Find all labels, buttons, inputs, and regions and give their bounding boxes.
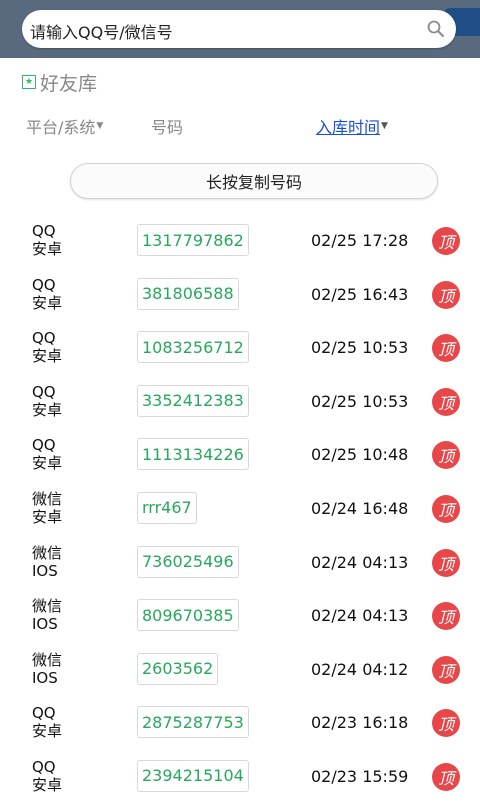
entry-time: 02/23 16:18 (311, 713, 409, 733)
column-header-platform[interactable]: 平台/系统▼ (26, 114, 103, 138)
section-title-text: 好友库 (40, 72, 98, 95)
number-value[interactable]: 2875287753 (137, 706, 249, 739)
list-item: QQ 安卓 1113134226 02/25 10:48 顶 (0, 429, 480, 483)
top-button[interactable]: 顶 (432, 494, 460, 523)
platform-app: QQ (32, 275, 56, 294)
section-title: ★ 好友库 (22, 70, 98, 95)
platform-label: 微信 IOS (32, 597, 62, 633)
platform-app: QQ (32, 704, 56, 723)
platform-label: 微信 IOS (32, 544, 62, 580)
top-button[interactable]: 顶 (432, 548, 460, 577)
platform-label: QQ 安卓 (32, 276, 62, 312)
column-header-time-label: 入库时间 (316, 118, 381, 137)
copy-number-button[interactable]: 长按复制号码 (70, 163, 438, 199)
platform-app: QQ (32, 757, 56, 776)
platform-os: IOS (32, 668, 58, 687)
top-button[interactable]: 顶 (432, 602, 460, 631)
list-item: QQ 安卓 2394215104 02/23 15:59 顶 (0, 751, 480, 805)
top-button[interactable]: 顶 (432, 280, 460, 309)
entry-time: 02/24 04:13 (311, 552, 409, 572)
star-icon: ★ (22, 75, 36, 89)
entry-time: 02/24 04:13 (311, 606, 409, 626)
column-header-platform-label: 平台/系统 (26, 118, 96, 137)
search-input[interactable]: 请输入QQ号/微信号 (22, 10, 456, 48)
platform-os: 安卓 (32, 240, 63, 258)
entry-time: 02/25 16:43 (311, 284, 409, 304)
list-item: QQ 安卓 1083256712 02/25 10:53 顶 (0, 322, 480, 376)
top-button[interactable]: 顶 (432, 227, 460, 255)
number-value[interactable]: 736025496 (137, 545, 239, 578)
top-button[interactable]: 顶 (432, 709, 460, 738)
entry-time: 02/24 16:48 (311, 498, 409, 518)
platform-label: QQ 安卓 (32, 436, 62, 472)
top-button[interactable]: 顶 (432, 334, 460, 363)
chevron-down-icon: ▼ (96, 121, 104, 131)
platform-label: QQ 安卓 (32, 383, 62, 419)
platform-label: 微信 IOS (32, 651, 62, 687)
list-item: 微信 IOS 736025496 02/24 04:13 顶 (0, 537, 480, 591)
number-value[interactable]: 1083256712 (137, 331, 249, 364)
platform-os: 安卓 (32, 347, 63, 366)
platform-os: IOS (32, 615, 58, 634)
platform-label: QQ 安卓 (32, 222, 62, 258)
platform-label: QQ 安卓 (32, 329, 62, 365)
entry-time: 02/24 04:12 (311, 659, 409, 679)
platform-app: 微信 (32, 543, 63, 562)
list-item: 微信 IOS 809670385 02/24 04:13 顶 (0, 590, 480, 644)
top-bar: 请输入QQ号/微信号 (0, 0, 480, 58)
platform-os: 安卓 (32, 400, 63, 419)
entry-time: 02/25 17:28 (311, 231, 409, 250)
platform-app: QQ (32, 329, 56, 348)
platform-os: IOS (32, 561, 58, 580)
platform-label: QQ 安卓 (32, 758, 62, 794)
number-value[interactable]: 809670385 (137, 599, 239, 632)
number-value[interactable]: 1317797862 (137, 224, 249, 256)
entry-time: 02/23 15:59 (311, 766, 409, 786)
platform-label: 微信 安卓 (32, 490, 62, 526)
platform-os: 安卓 (32, 722, 63, 741)
platform-app: 微信 (32, 597, 63, 616)
chevron-down-icon: ▼ (381, 121, 388, 131)
entry-time: 02/25 10:48 (311, 445, 409, 465)
platform-app: 微信 (32, 650, 63, 669)
platform-os: 安卓 (32, 507, 63, 526)
friend-list: QQ 安卓 1317797862 02/25 17:28 顶 QQ 安卓 381806588 0… (0, 215, 480, 805)
column-header-number: 号码 (151, 114, 183, 138)
list-item: QQ 安卓 1317797862 02/25 17:28 顶 (0, 215, 480, 269)
platform-os: 安卓 (32, 454, 63, 473)
platform-app: QQ (32, 222, 56, 240)
column-header-number-label: 号码 (151, 118, 184, 137)
list-item: QQ 安卓 381806588 02/25 16:43 顶 (0, 269, 480, 323)
list-item: 微信 IOS 2603562 02/24 04:12 顶 (0, 644, 480, 698)
top-button[interactable]: 顶 (432, 655, 460, 684)
number-value[interactable]: 1113134226 (137, 438, 249, 471)
column-header-time[interactable]: 入库时间▼ (316, 114, 388, 138)
list-item: QQ 安卓 2875287753 02/23 16:18 顶 (0, 697, 480, 751)
list-item: QQ 安卓 3352412383 02/25 10:53 顶 (0, 376, 480, 430)
number-value[interactable]: rrr467 (137, 491, 197, 524)
number-value[interactable]: 381806588 (137, 277, 239, 310)
number-value[interactable]: 2603562 (137, 652, 219, 685)
search-icon[interactable] (426, 19, 446, 39)
number-value[interactable]: 3352412383 (137, 384, 249, 417)
entry-time: 02/25 10:53 (311, 391, 409, 411)
top-button[interactable]: 顶 (432, 387, 460, 416)
list-item: 微信 安卓 rrr467 02/24 16:48 顶 (0, 483, 480, 537)
platform-os: 安卓 (32, 775, 63, 794)
platform-app: QQ (32, 436, 56, 455)
platform-app: 微信 (32, 489, 63, 508)
top-button[interactable]: 顶 (432, 441, 460, 470)
platform-os: 安卓 (32, 293, 63, 312)
entry-time: 02/25 10:53 (311, 338, 409, 358)
search-placeholder[interactable]: 请输入QQ号/微信号 (30, 19, 173, 43)
number-value[interactable]: 2394215104 (137, 759, 249, 792)
platform-app: QQ (32, 382, 56, 401)
platform-label: QQ 安卓 (32, 704, 62, 740)
top-button[interactable]: 顶 (432, 762, 460, 791)
